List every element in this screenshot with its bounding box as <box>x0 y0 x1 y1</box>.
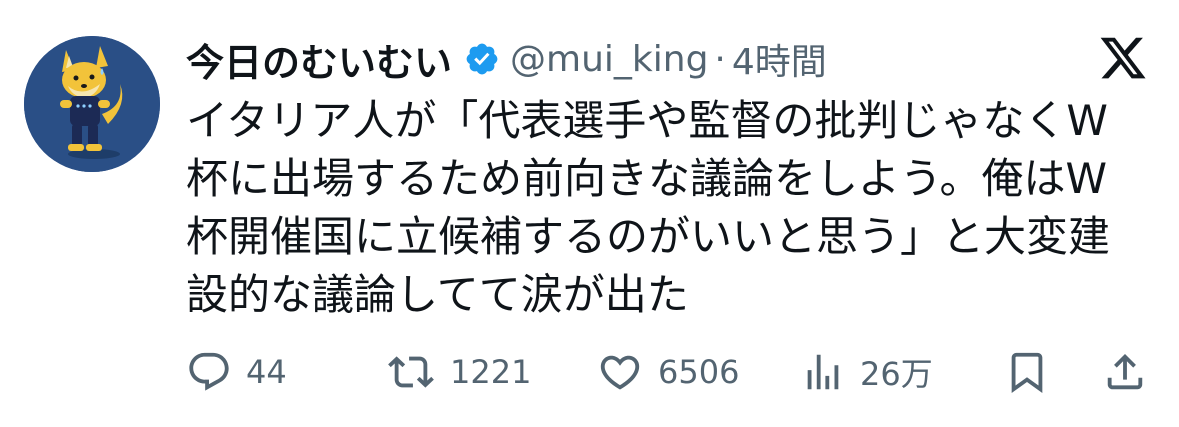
x-logo-icon <box>1098 32 1148 84</box>
views-icon <box>807 354 839 390</box>
like-button[interactable]: 6506 <box>596 344 739 400</box>
tweet-header: 今日のむいむい @mui_king · 4時間 <box>186 32 827 87</box>
display-name[interactable]: 今日のむいむい <box>186 32 452 87</box>
views-count: 26万 <box>860 355 933 393</box>
tweet-text: イタリア人が「代表選手や監督の批判じゃなくW 杯に出場するため前向きな議論をしよ… <box>186 96 1111 319</box>
user-handle[interactable]: @mui_king <box>510 39 708 80</box>
heart-icon <box>600 355 640 390</box>
retweet-count: 1221 <box>450 353 532 391</box>
reply-icon <box>189 352 229 391</box>
tweet[interactable]: 今日のむいむい @mui_king · 4時間 イタリア人が「代表選手や監督の批… <box>0 0 1179 427</box>
fox-mascot-icon <box>24 36 160 172</box>
share-button[interactable] <box>1102 344 1148 400</box>
share-icon <box>1107 353 1143 390</box>
action-bar: 44 1221 6506 26万 <box>186 344 1152 400</box>
timestamp[interactable]: 4時間 <box>732 33 827 85</box>
retweet-icon <box>388 356 434 388</box>
separator-dot: · <box>714 38 726 80</box>
reply-button[interactable]: 44 <box>186 344 287 400</box>
bookmark-icon <box>1011 352 1043 393</box>
avatar[interactable] <box>24 36 160 172</box>
like-count: 6506 <box>658 353 740 391</box>
reply-count: 44 <box>246 353 287 391</box>
bookmark-button[interactable] <box>1004 344 1050 400</box>
retweet-button[interactable]: 1221 <box>386 344 531 400</box>
views-button[interactable]: 26万 <box>800 344 933 400</box>
verified-badge-icon <box>464 41 500 77</box>
